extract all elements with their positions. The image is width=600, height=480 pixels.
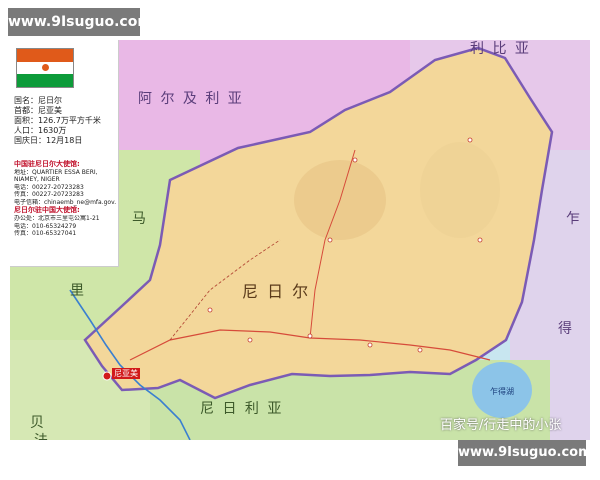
label-mali-1: 马 bbox=[132, 211, 148, 227]
watermark-top: www.9Isuguo.com bbox=[8, 8, 152, 36]
label-niger: 尼 日 尔 bbox=[242, 282, 311, 301]
info-panel: 国名：尼日尔 首都：尼亚美 面积：126.7万平方千米 人口：1630万 国庆日… bbox=[10, 40, 119, 267]
fact-name: 国名：尼日尔 bbox=[14, 96, 62, 105]
country-facts: 国名：尼日尔 首都：尼亚美 面积：126.7万平方千米 人口：1630万 国庆日… bbox=[14, 96, 114, 146]
watermark-bottom: www.9Isuguo.com bbox=[458, 440, 592, 466]
label-libya: 利 比 亚 bbox=[470, 41, 531, 57]
fact-capital: 首都：尼亚美 bbox=[14, 106, 62, 115]
embassy-tel-2: 电话：010-65324279 bbox=[14, 222, 77, 230]
embassy-fax-2: 传真：010-65327041 bbox=[14, 230, 77, 237]
fact-national-day: 国庆日：12月18日 bbox=[14, 136, 83, 145]
fact-area: 面积：126.7万平方千米 bbox=[14, 116, 101, 125]
embassy-address-1b: NIAMEY, NIGER bbox=[14, 176, 60, 184]
niger-flag bbox=[16, 48, 74, 88]
tenere-desert bbox=[420, 142, 500, 238]
label-lake-chad: 乍得湖 bbox=[490, 387, 514, 396]
label-niamey: 尼亚美 bbox=[112, 368, 140, 379]
embassy-head-2: 尼日尔驻中国大使馆: bbox=[14, 206, 80, 215]
label-chad-2: 得 bbox=[558, 321, 574, 337]
embassy-fax-1: 传真：00227-20723283 bbox=[14, 191, 84, 199]
label-chad-1: 乍 bbox=[566, 211, 582, 227]
embassy-info: 中国驻尼日尔大使馆: 地址：QUARTIER ESSA BERI, NIAMEY… bbox=[14, 160, 116, 238]
label-benin: 贝 bbox=[30, 415, 46, 431]
embassy-email-1: 电子信箱：chinaemb_ne@mfa.gov.cn bbox=[14, 198, 116, 206]
label-algeria: 阿 尔 及 利 亚 bbox=[138, 91, 244, 107]
label-mali-2: 里 bbox=[70, 283, 86, 299]
embassy-head-1: 中国驻尼日尔大使馆: bbox=[14, 160, 80, 168]
embassy-tel-1: 电话：00227-20723283 bbox=[14, 183, 84, 191]
niamey-marker bbox=[102, 371, 112, 381]
embassy-address-1: 地址：QUARTIER ESSA BERI, bbox=[14, 168, 98, 176]
label-nigeria: 尼 日 利 亚 bbox=[200, 401, 284, 417]
credit-text: 百家号/行走中的小张 bbox=[440, 418, 562, 433]
label-burkina: 法 bbox=[34, 430, 50, 440]
embassy-address-2: 办公处：北京市三里屯公寓1-21 bbox=[14, 215, 100, 222]
fact-population: 人口：1630万 bbox=[14, 126, 67, 135]
